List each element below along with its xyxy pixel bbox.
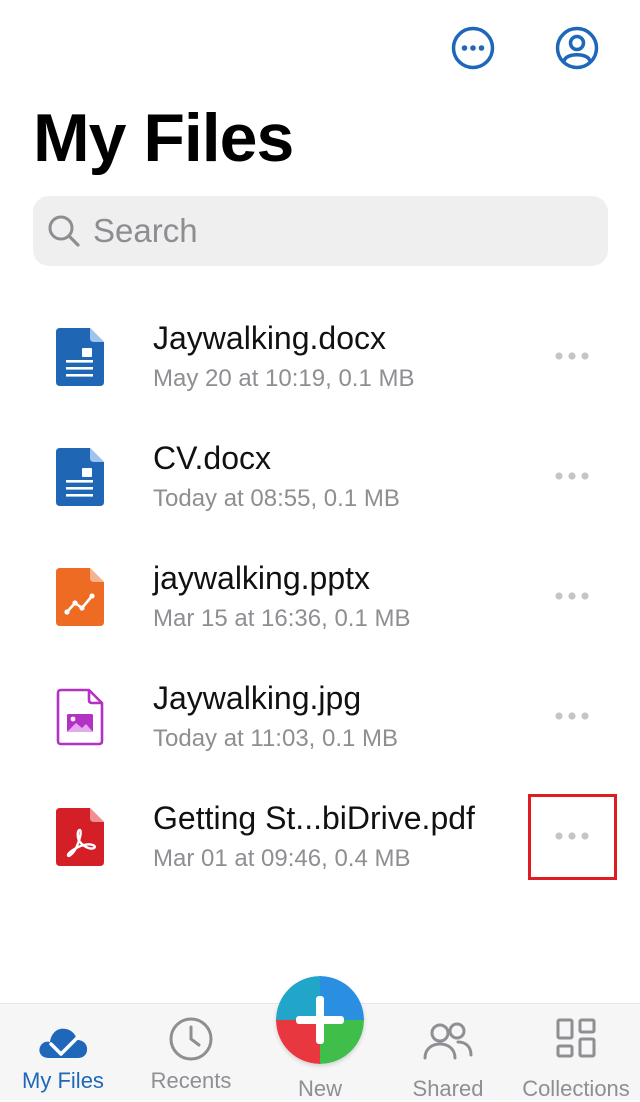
word-document-icon — [56, 328, 104, 386]
file-more-button[interactable] — [540, 332, 604, 380]
presentation-document-icon — [56, 568, 104, 626]
search-input[interactable] — [93, 201, 573, 261]
file-meta: Today at 11:03, 0.1 MB — [153, 725, 399, 752]
file-name: jaywalking.pptx — [153, 560, 370, 596]
collections-grid-icon — [556, 1018, 596, 1058]
file-name: Getting St...biDrive.pdf — [153, 800, 475, 836]
tab-recents[interactable]: Recents — [132, 1004, 250, 1101]
file-more-button[interactable] — [540, 812, 604, 860]
more-horizontal-icon — [555, 832, 589, 840]
page-title: My Files — [33, 100, 294, 176]
clock-icon — [169, 1017, 213, 1061]
tab-shared[interactable]: Shared — [390, 1004, 506, 1101]
plus-icon — [276, 976, 364, 1064]
more-horizontal-icon — [555, 352, 589, 360]
more-horizontal-icon — [555, 472, 589, 480]
file-meta: Mar 15 at 16:36, 0.1 MB — [153, 605, 411, 632]
file-more-button[interactable] — [540, 692, 604, 740]
tab-label: Shared — [412, 1076, 484, 1101]
search-icon — [48, 215, 80, 247]
tab-label: Recents — [150, 1068, 232, 1093]
tab-label: New — [297, 1076, 342, 1101]
account-button[interactable] — [555, 26, 599, 70]
image-file-icon — [56, 688, 104, 746]
file-row-getting-started-pdf[interactable]: Getting St...biDrive.pdf Mar 01 at 09:46… — [0, 778, 640, 898]
tab-label: Collections — [522, 1076, 630, 1101]
file-name: Jaywalking.jpg — [153, 680, 362, 716]
file-row-jaywalking-pptx[interactable]: jaywalking.pptx Mar 15 at 16:36, 0.1 MB — [0, 538, 640, 658]
tab-my-files[interactable]: My Files — [4, 1004, 122, 1101]
more-horizontal-icon — [555, 592, 589, 600]
pdf-file-icon — [56, 808, 104, 866]
account-circle-icon — [555, 26, 599, 70]
more-horizontal-icon — [555, 712, 589, 720]
file-list: Jaywalking.docx May 20 at 10:19, 0.1 MB … — [0, 298, 640, 898]
tab-label: My Files — [22, 1068, 104, 1093]
tab-collections[interactable]: Collections — [514, 1004, 638, 1101]
cloud-icon — [39, 1028, 88, 1058]
more-options-button[interactable] — [451, 26, 495, 70]
new-button[interactable] — [276, 976, 364, 1064]
file-row-jaywalking-docx[interactable]: Jaywalking.docx May 20 at 10:19, 0.1 MB — [0, 298, 640, 418]
file-meta: May 20 at 10:19, 0.1 MB — [153, 365, 415, 392]
file-meta: Today at 08:55, 0.1 MB — [153, 485, 400, 512]
more-horizontal-circle-icon — [451, 26, 495, 70]
file-name: Jaywalking.docx — [153, 320, 386, 356]
file-row-cv-docx[interactable]: CV.docx Today at 08:55, 0.1 MB — [0, 418, 640, 538]
word-document-icon — [56, 448, 104, 506]
file-more-button[interactable] — [540, 452, 604, 500]
file-row-jaywalking-jpg[interactable]: Jaywalking.jpg Today at 11:03, 0.1 MB — [0, 658, 640, 778]
search-bar[interactable] — [33, 196, 608, 266]
people-icon — [423, 1022, 473, 1060]
file-meta: Mar 01 at 09:46, 0.4 MB — [153, 845, 411, 872]
file-more-button[interactable] — [540, 572, 604, 620]
file-name: CV.docx — [153, 440, 271, 476]
